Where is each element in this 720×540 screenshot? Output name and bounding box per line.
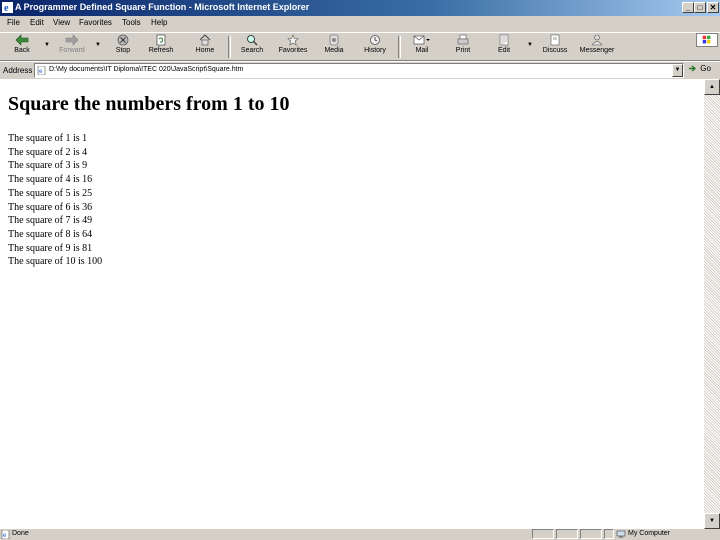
result-line: The square of 8 is 64 bbox=[8, 228, 93, 240]
media-label: Media bbox=[324, 47, 344, 54]
menu-tools[interactable]: Tools bbox=[122, 18, 141, 27]
messenger-button[interactable]: Messenger bbox=[576, 34, 618, 60]
discuss-button[interactable]: Discuss bbox=[540, 34, 570, 60]
standard-toolbar: Back ▼ Forward ▼ Stop Refresh Home Searc… bbox=[0, 33, 720, 61]
back-arrow-icon bbox=[15, 34, 29, 46]
refresh-button[interactable]: Refresh bbox=[146, 34, 176, 60]
search-icon bbox=[247, 35, 258, 46]
home-icon bbox=[199, 34, 211, 46]
forward-label: Forward bbox=[59, 47, 85, 54]
refresh-icon bbox=[156, 34, 166, 46]
toolbar-separator bbox=[398, 36, 401, 58]
forward-arrow-icon bbox=[65, 34, 79, 46]
menu-favorites[interactable]: Favorites bbox=[79, 18, 112, 27]
scroll-up-button[interactable]: ▲ bbox=[704, 79, 720, 95]
discuss-icon bbox=[550, 34, 560, 46]
edit-icon bbox=[499, 34, 509, 46]
edit-label: Edit bbox=[497, 47, 511, 54]
minimize-button[interactable]: _ bbox=[682, 2, 694, 13]
home-label: Home bbox=[195, 47, 215, 54]
scroll-down-button[interactable]: ▼ bbox=[704, 513, 720, 529]
search-label: Search bbox=[240, 47, 264, 54]
history-label: History bbox=[364, 47, 386, 54]
ie-logo-icon: e bbox=[2, 2, 13, 13]
page-heading: Square the numbers from 1 to 10 bbox=[8, 93, 290, 115]
close-button[interactable]: ✕ bbox=[707, 2, 719, 13]
menu-view[interactable]: View bbox=[53, 18, 70, 27]
address-url: D:\My documents\IT Diploma\ITEC 020\Java… bbox=[49, 66, 244, 73]
page-content: Square the numbers from 1 to 10 The squa… bbox=[0, 79, 704, 529]
status-panel bbox=[580, 529, 602, 539]
stop-icon bbox=[117, 34, 129, 46]
address-label: Address bbox=[3, 66, 33, 75]
status-panel bbox=[604, 529, 614, 539]
page-done-icon: e bbox=[1, 530, 10, 539]
security-zone: My Computer bbox=[628, 530, 671, 537]
vertical-scrollbar[interactable]: ▲ ▼ bbox=[704, 79, 720, 529]
refresh-label: Refresh bbox=[148, 47, 174, 54]
result-line: The square of 5 is 25 bbox=[8, 187, 93, 199]
title-bar: e A Programmer Defined Square Function -… bbox=[0, 0, 720, 16]
status-bar: e Done My Computer bbox=[0, 529, 720, 540]
stop-button[interactable]: Stop bbox=[110, 34, 136, 60]
address-input[interactable]: e D:\My documents\IT Diploma\ITEC 020\Ja… bbox=[34, 63, 684, 78]
menu-file[interactable]: File bbox=[7, 18, 20, 27]
favorites-button[interactable]: Favorites bbox=[274, 34, 312, 60]
forward-dropdown-icon[interactable]: ▼ bbox=[95, 42, 101, 48]
history-icon bbox=[370, 35, 380, 45]
status-text: Done bbox=[12, 530, 29, 537]
favorites-icon bbox=[287, 34, 299, 46]
window-title: A Programmer Defined Square Function - M… bbox=[15, 2, 310, 12]
edit-button[interactable]: Edit bbox=[492, 34, 516, 60]
home-button[interactable]: Home bbox=[192, 34, 218, 60]
go-label: Go bbox=[700, 64, 711, 73]
search-button[interactable]: Search bbox=[237, 34, 267, 60]
my-computer-icon bbox=[616, 530, 626, 538]
page-icon: e bbox=[37, 66, 46, 75]
media-button[interactable]: Media bbox=[320, 34, 348, 60]
square-results-list: The square of 1 is 1 The square of 2 is … bbox=[8, 132, 102, 269]
status-panel bbox=[532, 529, 554, 539]
media-icon bbox=[329, 34, 339, 46]
back-dropdown-icon[interactable]: ▼ bbox=[44, 42, 50, 48]
result-line: The square of 7 is 49 bbox=[8, 215, 93, 227]
go-arrow-icon bbox=[689, 65, 697, 72]
menu-help[interactable]: Help bbox=[151, 18, 167, 27]
history-button[interactable]: History bbox=[360, 34, 390, 60]
edit-dropdown-icon[interactable]: ▼ bbox=[527, 42, 533, 48]
result-line: The square of 3 is 9 bbox=[8, 160, 88, 172]
mail-button[interactable]: Mail bbox=[408, 34, 436, 60]
messenger-icon bbox=[591, 34, 603, 46]
back-button[interactable]: Back bbox=[8, 34, 36, 60]
forward-button[interactable]: Forward bbox=[55, 34, 89, 60]
go-button[interactable]: Go bbox=[688, 64, 711, 73]
messenger-label: Messenger bbox=[579, 47, 615, 54]
discuss-label: Discuss bbox=[542, 47, 568, 54]
menu-bar: File Edit View Favorites Tools Help bbox=[0, 16, 720, 47]
print-icon bbox=[457, 34, 469, 45]
toolbar-separator bbox=[228, 36, 231, 58]
print-button[interactable]: Print bbox=[450, 34, 476, 60]
result-line: The square of 1 is 1 bbox=[8, 133, 88, 144]
address-bar: Address e D:\My documents\IT Diploma\ITE… bbox=[0, 61, 720, 79]
stop-label: Stop bbox=[115, 47, 131, 54]
result-line: The square of 4 is 16 bbox=[8, 174, 93, 186]
maximize-button[interactable]: □ bbox=[694, 2, 706, 13]
address-dropdown-button[interactable]: ▼ bbox=[672, 64, 683, 77]
mail-label: Mail bbox=[415, 47, 429, 54]
favorites-label: Favorites bbox=[278, 47, 308, 54]
result-line: The square of 9 is 81 bbox=[8, 242, 93, 254]
svg-text:e: e bbox=[4, 3, 9, 13]
result-line: The square of 6 is 36 bbox=[8, 201, 93, 213]
menu-edit[interactable]: Edit bbox=[30, 18, 44, 27]
back-label: Back bbox=[14, 47, 30, 54]
result-line: The square of 2 is 4 bbox=[8, 146, 88, 158]
result-line: The square of 10 is 100 bbox=[8, 256, 103, 268]
mail-icon bbox=[413, 35, 430, 45]
status-panel bbox=[556, 529, 578, 539]
print-label: Print bbox=[455, 47, 471, 54]
